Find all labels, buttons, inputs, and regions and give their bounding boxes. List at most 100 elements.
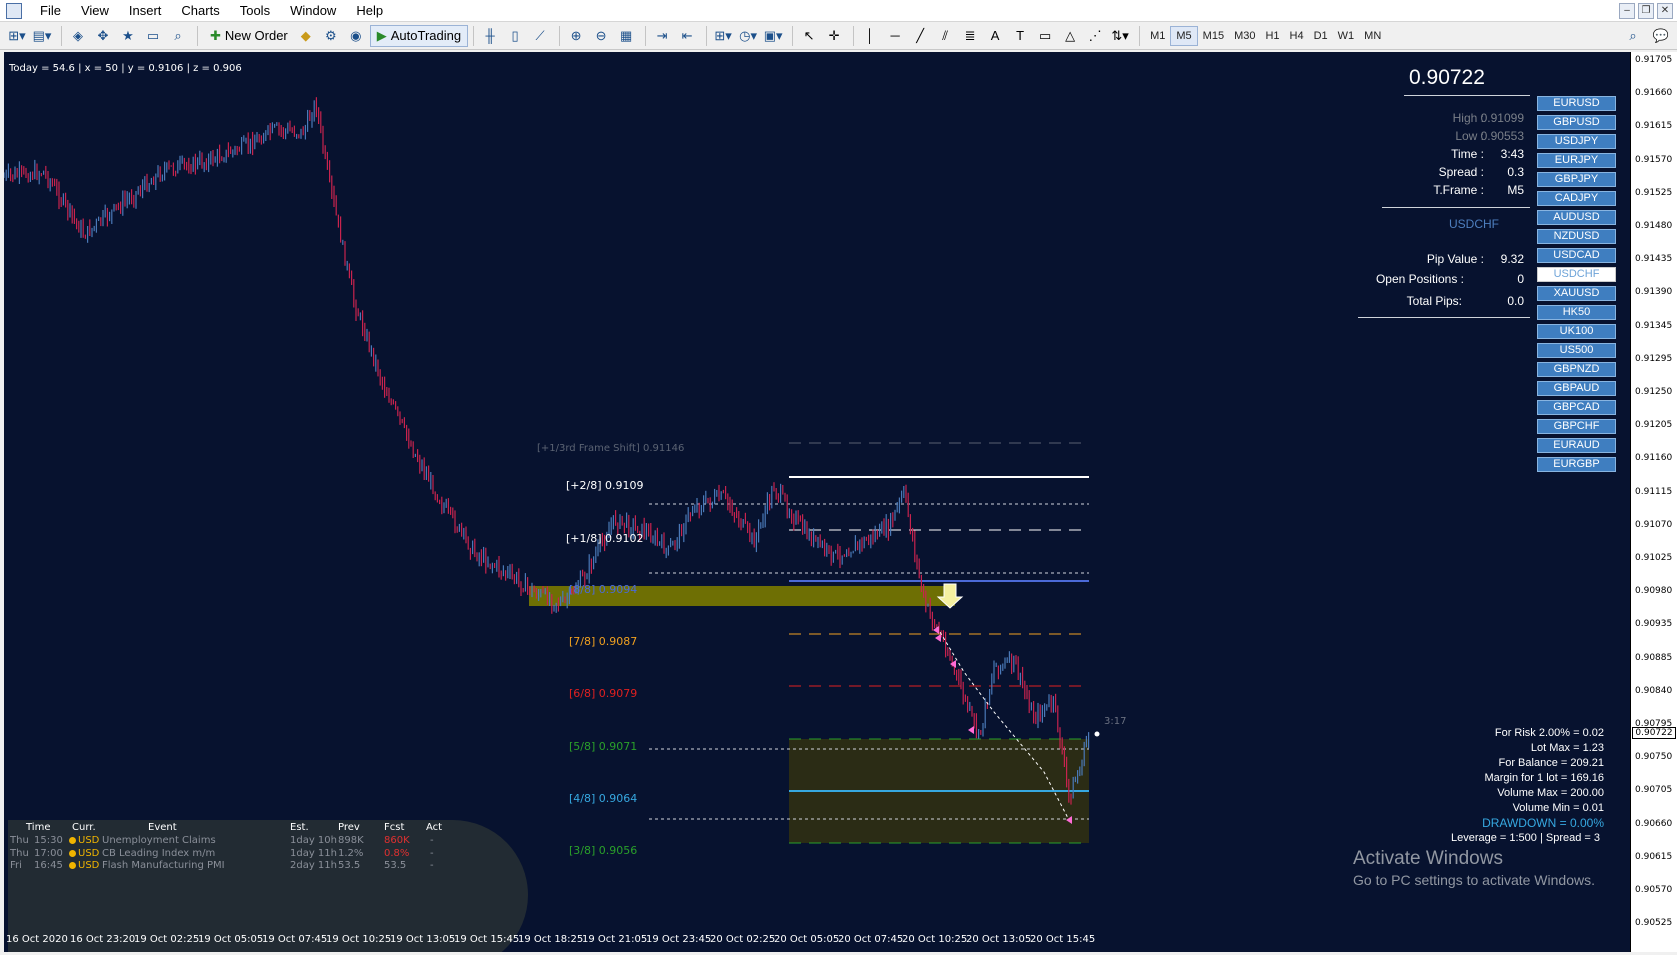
new-chart-icon[interactable]: ⊞▾ <box>6 25 28 47</box>
line-chart-icon[interactable]: ⟋ <box>529 25 551 47</box>
toolbar-separator <box>61 25 62 46</box>
symbol-button-cadjpy[interactable]: CADJPY <box>1537 191 1616 206</box>
menu-view[interactable]: View <box>71 0 119 22</box>
zoom-in-icon[interactable]: ⊕ <box>565 25 587 47</box>
vertical-line-icon[interactable]: │ <box>859 25 881 47</box>
symbol-button-usdchf[interactable]: USDCHF <box>1537 267 1616 282</box>
triangle-icon[interactable]: △ <box>1059 25 1081 47</box>
menu-charts[interactable]: Charts <box>171 0 229 22</box>
symbol-button-xauusd[interactable]: XAUUSD <box>1537 286 1616 301</box>
text-label-icon[interactable]: T <box>1009 25 1031 47</box>
toolbar-separator <box>1139 25 1141 46</box>
market-icon[interactable]: ◉ <box>345 25 367 47</box>
timeframe-h4[interactable]: H4 <box>1285 26 1309 46</box>
search-icon[interactable]: ⌕ <box>1622 25 1644 47</box>
market-watch-icon[interactable]: ◈ <box>67 25 89 47</box>
symbol-button-eurjpy[interactable]: EURJPY <box>1537 153 1616 168</box>
activate-windows-title: Activate Windows <box>1353 848 1503 869</box>
symbol-button-audusd[interactable]: AUDUSD <box>1537 210 1616 225</box>
symbol-button-eurusd[interactable]: EURUSD <box>1537 96 1616 111</box>
periods-icon[interactable]: ◷▾ <box>737 25 759 47</box>
symbol-button-uk100[interactable]: UK100 <box>1537 324 1616 339</box>
timeframe-d1[interactable]: D1 <box>1309 26 1333 46</box>
new-order-button[interactable]: ✚ New Order <box>203 25 295 47</box>
profiles-icon[interactable]: ▤▾ <box>31 25 53 47</box>
price-tick-label: 0.91660 <box>1635 88 1673 99</box>
symbol-button-gbpchf[interactable]: GBPCHF <box>1537 419 1616 434</box>
fib-fan-icon[interactable]: ⋰ <box>1084 25 1106 47</box>
timeframe-m15[interactable]: M15 <box>1198 26 1229 46</box>
news-cell-act: - <box>430 847 434 859</box>
news-cell-fcst: 53.5 <box>384 860 407 871</box>
fibonacci-icon[interactable]: ≣ <box>959 25 981 47</box>
autoscroll-icon[interactable]: ⇥ <box>651 25 673 47</box>
templates-icon[interactable]: ▣▾ <box>762 25 784 47</box>
favorites-icon[interactable]: ★ <box>117 25 139 47</box>
navigator-icon[interactable]: ✥ <box>92 25 114 47</box>
price-tick-label: 0.90705 <box>1635 785 1673 796</box>
symbol-button-gbpjpy[interactable]: GBPJPY <box>1537 172 1616 187</box>
crosshair-icon[interactable]: ✛ <box>823 25 845 47</box>
tester-icon[interactable]: ⌕ <box>167 25 189 47</box>
text-icon[interactable]: A <box>984 25 1006 47</box>
chat-icon[interactable]: 💬 <box>1650 25 1672 47</box>
menu-file[interactable]: File <box>30 0 71 22</box>
symbol-button-gbpcad[interactable]: GBPCAD <box>1537 400 1616 415</box>
trendline-icon[interactable]: ╱ <box>909 25 931 47</box>
impact-dot-icon <box>69 862 76 869</box>
candlestick-icon[interactable]: ▯ <box>504 25 526 47</box>
symbol-button-hk50[interactable]: HK50 <box>1537 305 1616 320</box>
chart-shift-icon[interactable]: ⇤ <box>676 25 698 47</box>
timeframe-w1[interactable]: W1 <box>1333 26 1360 46</box>
symbol-button-usdcad[interactable]: USDCAD <box>1537 248 1616 263</box>
autotrading-button[interactable]: ▶ AutoTrading <box>369 24 469 47</box>
current-price-tag: 0.90722 <box>1632 727 1676 739</box>
price-tick-label: 0.90885 <box>1635 652 1673 663</box>
menu-insert[interactable]: Insert <box>119 0 172 22</box>
close-icon[interactable]: ✕ <box>1657 3 1673 19</box>
symbol-button-us500[interactable]: US500 <box>1537 343 1616 358</box>
timeframe-m30[interactable]: M30 <box>1229 26 1260 46</box>
tile-windows-icon[interactable]: ▦ <box>615 25 637 47</box>
horizontal-line-icon[interactable]: ─ <box>884 25 906 47</box>
timeframe-h1[interactable]: H1 <box>1260 26 1284 46</box>
symbol-button-gbpaud[interactable]: GBPAUD <box>1537 381 1616 396</box>
timeframe-mn[interactable]: MN <box>1359 26 1386 46</box>
signals-icon[interactable]: ⚙ <box>320 25 342 47</box>
price-tick-label: 0.91615 <box>1635 121 1673 132</box>
date-tick-label: 19 Oct 15:45 <box>454 934 520 945</box>
pip-value: 9.32 <box>1500 252 1524 266</box>
minimize-icon[interactable]: – <box>1619 3 1635 19</box>
channel-icon[interactable]: ⫽ <box>934 25 956 47</box>
zoom-out-icon[interactable]: ⊖ <box>590 25 612 47</box>
price-chart[interactable]: Today = 54.6 | x = 50 | y = 0.9106 | z =… <box>4 52 1630 952</box>
indicators-icon[interactable]: ⊞▾ <box>712 25 734 47</box>
symbol-button-eurgbp[interactable]: EURGBP <box>1537 457 1616 472</box>
toolbar-separator <box>645 25 647 46</box>
price-tick-label: 0.91295 <box>1635 353 1673 364</box>
timeframe-m5[interactable]: M5 <box>1170 25 1198 46</box>
candle-timer: 3:17 <box>1104 716 1127 727</box>
news-header-5: Fcst <box>384 822 405 833</box>
symbol-button-gbpusd[interactable]: GBPUSD <box>1537 115 1616 130</box>
menu-tools[interactable]: Tools <box>230 0 280 22</box>
date-tick-label: 19 Oct 02:25 <box>134 934 200 945</box>
menu-help[interactable]: Help <box>346 0 393 22</box>
cursor-icon[interactable]: ↖ <box>798 25 820 47</box>
symbol-button-gbpnzd[interactable]: GBPNZD <box>1537 362 1616 377</box>
price-tick-label: 0.90525 <box>1635 918 1673 929</box>
time-label: Time : <box>1451 147 1484 161</box>
price-tick-label: 0.91480 <box>1635 221 1673 231</box>
rectangle-icon[interactable]: ▭ <box>1034 25 1056 47</box>
symbol-button-usdjpy[interactable]: USDJPY <box>1537 134 1616 149</box>
arrows-icon[interactable]: ⇅▾ <box>1109 25 1131 47</box>
terminal-icon[interactable]: ▭ <box>142 25 164 47</box>
symbol-button-nzdusd[interactable]: NZDUSD <box>1537 229 1616 244</box>
symbol-button-euraud[interactable]: EURAUD <box>1537 438 1616 453</box>
bar-chart-icon[interactable]: ╫ <box>479 25 501 47</box>
restore-icon[interactable]: ❐ <box>1638 3 1654 19</box>
metaeditor-icon[interactable]: ◆ <box>295 25 317 47</box>
menu-window[interactable]: Window <box>280 0 346 22</box>
timeframe-m1[interactable]: M1 <box>1145 26 1170 46</box>
news-header-3: Est. <box>290 822 309 833</box>
